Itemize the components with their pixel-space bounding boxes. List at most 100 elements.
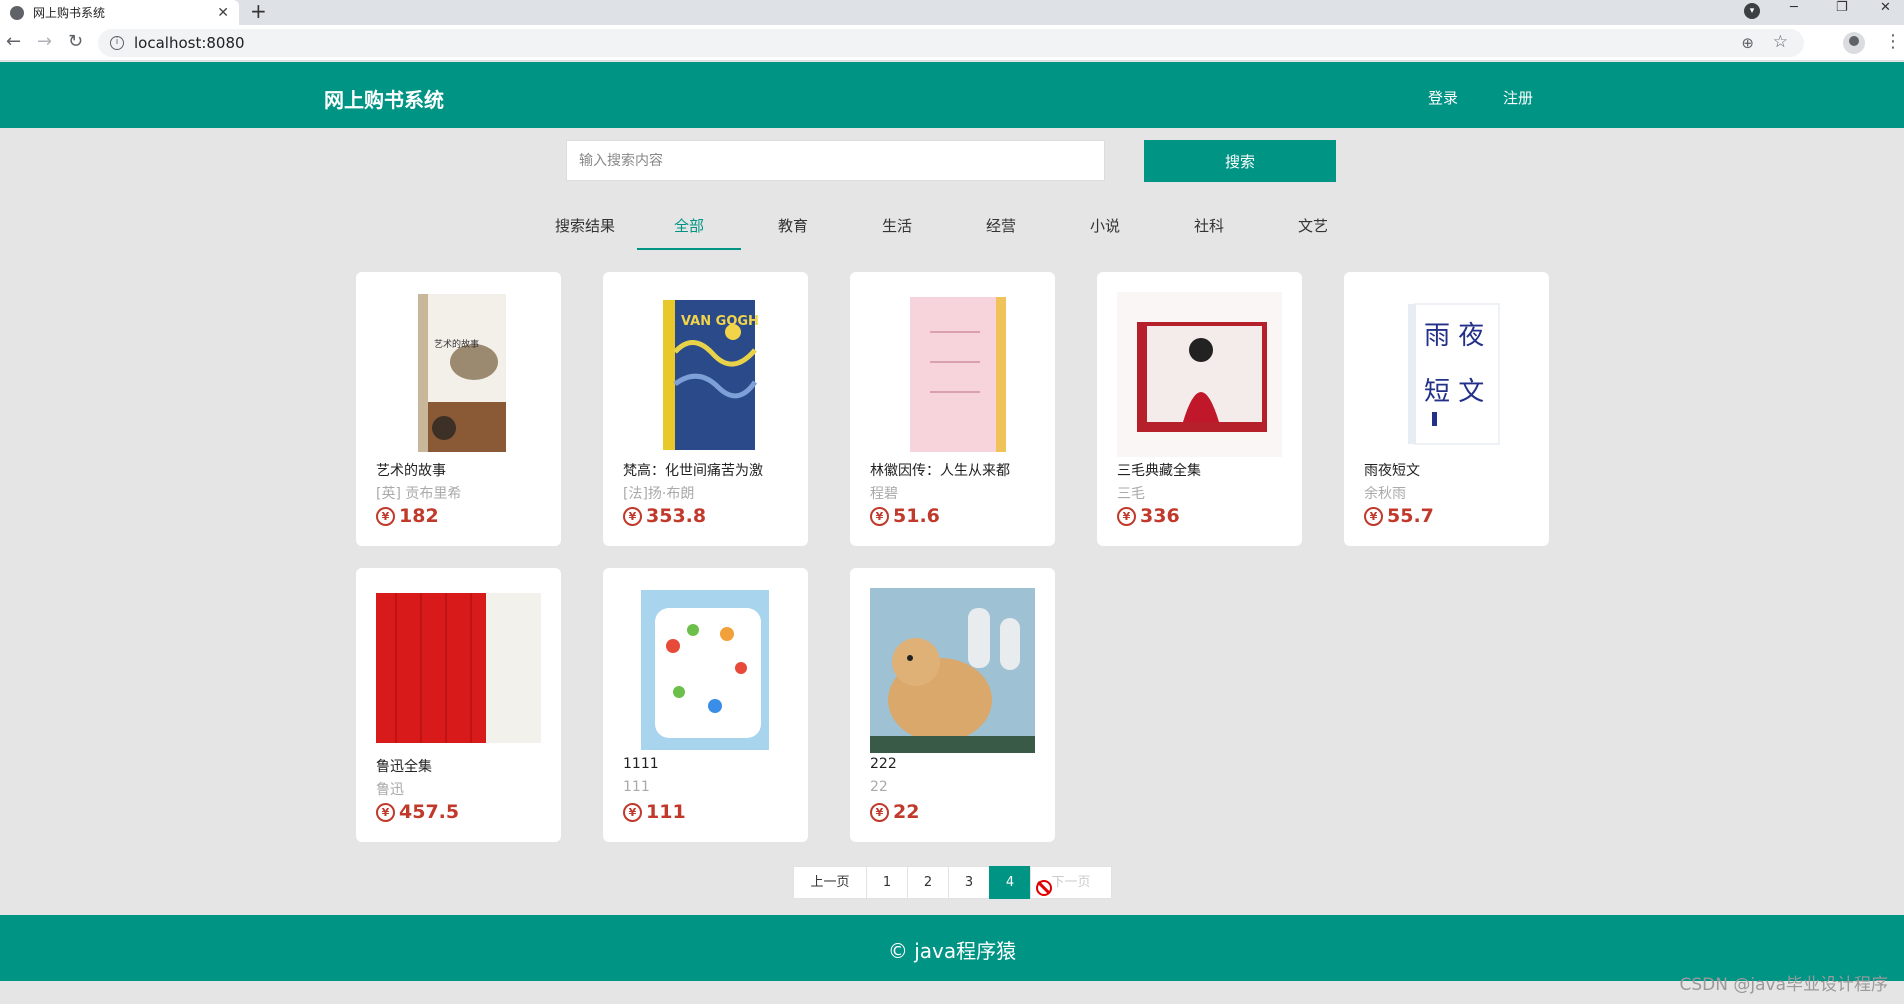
book-price: ¥457.5 bbox=[376, 801, 459, 823]
info-icon[interactable]: i bbox=[110, 36, 124, 50]
category-tab[interactable]: 小说 bbox=[1053, 206, 1157, 250]
book-price: ¥353.8 bbox=[623, 505, 706, 527]
copyright-text: © java程序猿 bbox=[887, 939, 1017, 963]
yen-icon: ¥ bbox=[870, 506, 889, 526]
yen-icon: ¥ bbox=[1364, 506, 1383, 526]
price-value: 55.7 bbox=[1387, 505, 1434, 527]
book-card[interactable]: 222 22 ¥22 bbox=[850, 568, 1055, 842]
category-tab[interactable]: 经营 bbox=[949, 206, 1053, 250]
category-tab[interactable]: 全部 bbox=[637, 206, 741, 250]
bookmark-star-icon[interactable]: ☆ bbox=[1773, 32, 1788, 52]
back-icon[interactable]: ← bbox=[6, 32, 21, 52]
price-value: 336 bbox=[1140, 505, 1180, 527]
not-allowed-cursor-icon bbox=[1036, 880, 1052, 896]
category-tab[interactable]: 搜索结果 bbox=[533, 206, 637, 250]
zoom-icon[interactable]: ⊕ bbox=[1741, 34, 1754, 52]
category-tab[interactable]: 社科 bbox=[1157, 206, 1261, 250]
book-cover-image[interactable]: 雨 夜短 文 bbox=[1364, 292, 1529, 457]
yen-icon: ¥ bbox=[623, 506, 642, 526]
browser-tabstrip: 网上购书系统 ✕ + ▾ ─ ❐ ✕ bbox=[0, 0, 1904, 25]
book-title[interactable]: 梵高：化世间痛苦为激 bbox=[623, 460, 793, 480]
price-value: 353.8 bbox=[646, 505, 707, 527]
book-card[interactable]: 1111 111 ¥111 bbox=[603, 568, 808, 842]
profile-avatar-icon[interactable] bbox=[1843, 32, 1865, 54]
price-value: 182 bbox=[399, 505, 439, 527]
book-price: ¥55.7 bbox=[1364, 505, 1434, 527]
category-tab[interactable]: 文艺 bbox=[1261, 206, 1365, 250]
book-author: 余秋雨 bbox=[1364, 486, 1406, 502]
book-cover-image[interactable] bbox=[623, 588, 788, 753]
page-1-button[interactable]: 1 bbox=[866, 866, 908, 899]
tab-title: 网上购书系统 bbox=[33, 6, 106, 20]
book-cover-image[interactable] bbox=[870, 292, 1035, 457]
book-price: ¥22 bbox=[870, 801, 919, 823]
minimize-icon[interactable]: ─ bbox=[1790, 0, 1798, 25]
book-card[interactable]: 三毛典藏全集三毛 ¥336 bbox=[1097, 272, 1302, 546]
book-author: 22 bbox=[870, 779, 888, 795]
site-brand[interactable]: 网上购书系统 bbox=[324, 84, 444, 113]
close-tab-icon[interactable]: ✕ bbox=[217, 5, 229, 21]
category-tabs: 搜索结果 全部 教育 生活 经营 小说 社科 文艺 bbox=[533, 206, 1365, 250]
globe-icon bbox=[10, 5, 24, 20]
book-author: [英] 贡布里希 bbox=[376, 486, 462, 502]
book-cover-image[interactable]: 艺术的故事 bbox=[376, 292, 541, 457]
book-title[interactable]: 雨夜短文 bbox=[1364, 460, 1534, 480]
book-author: 程碧 bbox=[870, 486, 898, 502]
book-card[interactable]: 艺术的故事 艺术的故事 [英] 贡布里希 ¥182 bbox=[356, 272, 561, 546]
category-tab[interactable]: 生活 bbox=[845, 206, 949, 250]
price-value: 111 bbox=[646, 801, 686, 823]
search-input[interactable] bbox=[566, 140, 1105, 181]
address-bar[interactable]: i localhost:8080 ⊕ ☆ bbox=[98, 29, 1804, 57]
url-text: localhost:8080 bbox=[134, 34, 245, 52]
yen-icon: ¥ bbox=[870, 802, 889, 822]
app-footer: © java程序猿 bbox=[0, 915, 1904, 981]
tab-search-icon[interactable]: ▾ bbox=[1744, 3, 1760, 19]
book-cover-image[interactable] bbox=[1117, 292, 1282, 457]
page-4-button[interactable]: 4 bbox=[989, 866, 1031, 899]
book-card[interactable]: 林徽因传：人生从来都程碧 ¥51.6 bbox=[850, 272, 1055, 546]
price-value: 457.5 bbox=[399, 801, 460, 823]
book-title[interactable]: 林徽因传：人生从来都 bbox=[870, 460, 1040, 480]
category-tab[interactable]: 教育 bbox=[741, 206, 845, 250]
login-link[interactable]: 登录 bbox=[1428, 87, 1458, 108]
window-close-icon[interactable]: ✕ bbox=[1880, 0, 1891, 25]
register-link[interactable]: 注册 bbox=[1503, 87, 1533, 108]
book-title[interactable]: 鲁迅全集 bbox=[376, 756, 546, 776]
book-author: [法]扬·布朗 bbox=[623, 486, 695, 502]
book-card[interactable]: 鲁迅全集鲁迅 ¥457.5 bbox=[356, 568, 561, 842]
book-cover-image[interactable] bbox=[376, 588, 541, 753]
book-title[interactable]: 222 bbox=[870, 756, 1040, 772]
pagination: 上一页 1 2 3 4 下一页 bbox=[793, 866, 1112, 899]
book-author: 三毛 bbox=[1117, 486, 1145, 502]
forward-icon[interactable]: → bbox=[37, 32, 52, 52]
book-card[interactable]: VAN GOGH 梵高：化世间痛苦为激 [法]扬·布朗 ¥353.8 bbox=[603, 272, 808, 546]
yen-icon: ¥ bbox=[376, 802, 395, 822]
new-tab-button[interactable]: + bbox=[250, 0, 267, 22]
browser-menu-icon[interactable]: ⋮ bbox=[1884, 31, 1902, 52]
book-price: ¥336 bbox=[1117, 505, 1180, 527]
book-price: ¥182 bbox=[376, 505, 439, 527]
search-button[interactable]: 搜索 bbox=[1144, 140, 1336, 182]
book-card[interactable]: 雨 夜短 文雨夜短文余秋雨 ¥55.7 bbox=[1344, 272, 1549, 546]
svg-text:雨 夜: 雨 夜 bbox=[1424, 321, 1484, 351]
book-title[interactable]: 1111 bbox=[623, 756, 793, 772]
price-value: 22 bbox=[893, 801, 920, 823]
svg-text:艺术的故事: 艺术的故事 bbox=[434, 338, 479, 350]
restore-icon[interactable]: ❐ bbox=[1836, 0, 1848, 25]
book-cover-image[interactable]: VAN GOGH bbox=[623, 292, 788, 457]
watermark-text: CSDN @java毕业设计程序 bbox=[1679, 975, 1889, 995]
price-value: 51.6 bbox=[893, 505, 940, 527]
book-title[interactable]: 艺术的故事 bbox=[376, 460, 546, 480]
svg-text:VAN GOGH: VAN GOGH bbox=[681, 314, 759, 329]
book-price: ¥51.6 bbox=[870, 505, 940, 527]
page-3-button[interactable]: 3 bbox=[948, 866, 990, 899]
book-title[interactable]: 三毛典藏全集 bbox=[1117, 460, 1287, 480]
page-2-button[interactable]: 2 bbox=[907, 866, 949, 899]
prev-page-button[interactable]: 上一页 bbox=[793, 866, 867, 899]
book-author: 鲁迅 bbox=[376, 782, 404, 798]
svg-text:短 文: 短 文 bbox=[1424, 377, 1484, 407]
browser-tab[interactable]: 网上购书系统 ✕ bbox=[0, 0, 239, 25]
yen-icon: ¥ bbox=[623, 802, 642, 822]
reload-icon[interactable]: ↻ bbox=[68, 32, 83, 52]
book-cover-image[interactable] bbox=[870, 588, 1035, 753]
